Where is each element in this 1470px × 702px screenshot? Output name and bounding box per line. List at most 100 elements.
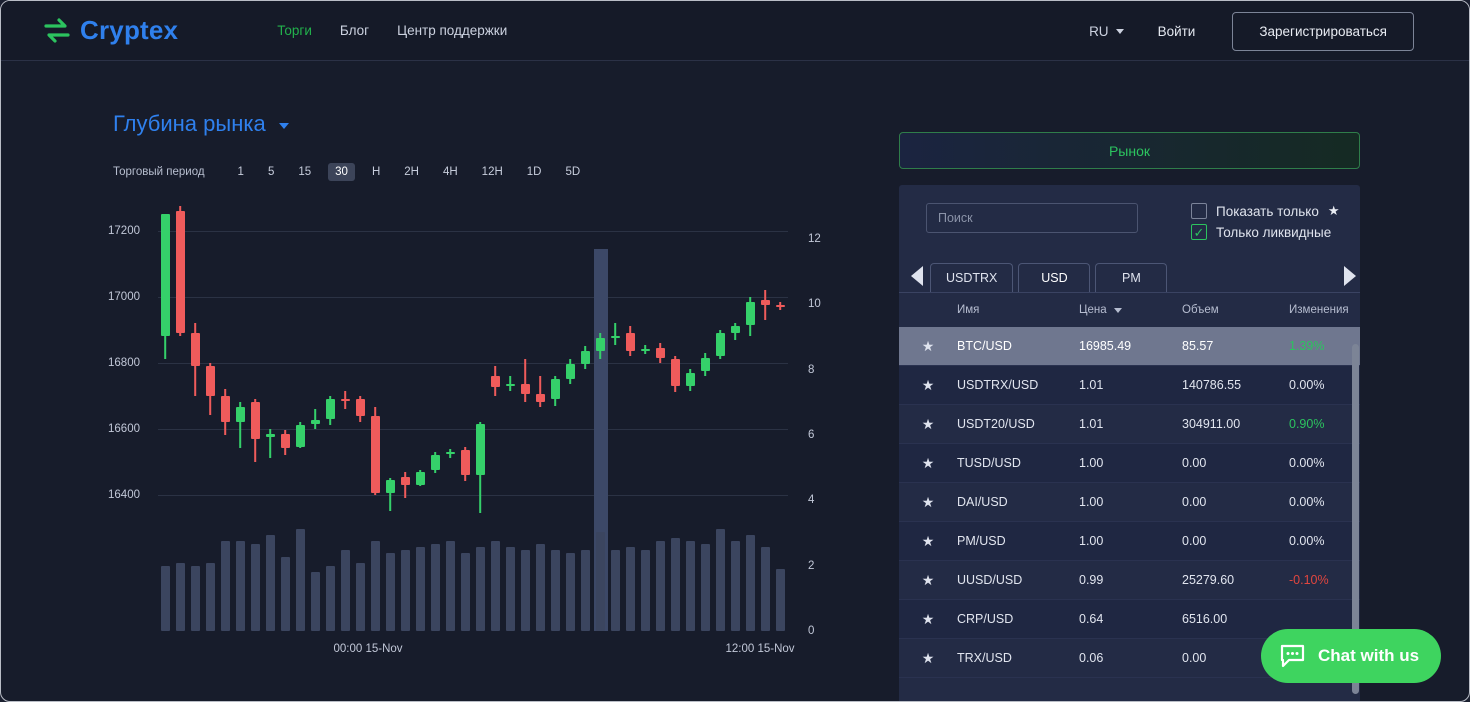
arrow-right-icon[interactable] bbox=[1344, 266, 1356, 286]
period-option-5[interactable]: 5 bbox=[261, 163, 281, 181]
volume-bar bbox=[761, 547, 770, 631]
market-body: Показать только ★ ✓ Только ликвидные USD… bbox=[899, 185, 1360, 701]
checkbox-liquid-only[interactable]: ✓ Только ликвидные bbox=[1191, 224, 1340, 240]
table-row[interactable]: ★ PM/USD 1.00 0.00 0.00% bbox=[899, 522, 1360, 561]
nav-item-blog[interactable]: Блог bbox=[340, 23, 369, 38]
chevron-down-icon bbox=[278, 123, 289, 129]
table-row[interactable]: ★ TUSD/USD 1.00 0.00 0.00% bbox=[899, 444, 1360, 483]
table-row[interactable]: ★ USDT20/USD 1.01 304911.00 0.90% bbox=[899, 405, 1360, 444]
table-row[interactable]: ★ DAI/USD 1.00 0.00 0.00% bbox=[899, 483, 1360, 522]
currency-tab-usd[interactable]: USD bbox=[1018, 263, 1091, 292]
period-option-15[interactable]: 15 bbox=[291, 163, 318, 181]
cell-name: CRP/USD bbox=[957, 612, 1014, 626]
column-price[interactable]: Цена bbox=[1079, 304, 1182, 316]
favorite-star-icon[interactable]: ★ bbox=[899, 650, 957, 667]
favorite-star-icon[interactable]: ★ bbox=[899, 416, 957, 433]
candle-body bbox=[386, 479, 395, 494]
period-option-4h[interactable]: 4H bbox=[436, 163, 465, 181]
candlestick bbox=[251, 201, 260, 531]
volume-bar bbox=[371, 541, 380, 631]
favorite-star-icon[interactable]: ★ bbox=[899, 572, 957, 589]
candlestick bbox=[536, 201, 545, 531]
y-axis-volume-tick: 2 bbox=[808, 559, 815, 572]
table-row[interactable]: ★ USDTRX/USD 1.01 140786.55 0.00% bbox=[899, 366, 1360, 405]
favorite-star-icon[interactable]: ★ bbox=[899, 377, 957, 394]
candlestick bbox=[701, 201, 710, 531]
cell-volume: 0.00 bbox=[1182, 495, 1207, 509]
currency-tab-usdtrx[interactable]: USDTRX bbox=[930, 263, 1014, 292]
cell-name: UUSD/USD bbox=[957, 573, 1023, 587]
favorite-star-icon[interactable]: ★ bbox=[899, 338, 957, 355]
favorite-star-icon[interactable]: ★ bbox=[899, 611, 957, 628]
swap-arrows-icon bbox=[44, 17, 70, 43]
market-depth-title[interactable]: Глубина рынка bbox=[113, 111, 289, 137]
checkbox-show-favorites-only[interactable]: Показать только ★ bbox=[1191, 203, 1340, 219]
period-option-h[interactable]: H bbox=[365, 163, 387, 181]
volume-bar bbox=[341, 550, 350, 631]
candlestick bbox=[641, 201, 650, 531]
checkbox-box bbox=[1191, 203, 1207, 219]
period-option-12h[interactable]: 12H bbox=[475, 163, 510, 181]
volume-bar bbox=[176, 562, 185, 631]
volume-bar bbox=[656, 541, 665, 631]
market-table: ★ BTC/USD 16985.49 85.57 1.39% ★ USDTRX/USD 1.0… bbox=[899, 327, 1360, 678]
filter-checkboxes: Показать только ★ ✓ Только ликвидные bbox=[1191, 203, 1340, 240]
period-option-1d[interactable]: 1D bbox=[520, 163, 549, 181]
volume-bar bbox=[206, 562, 215, 631]
candle-body bbox=[371, 415, 380, 494]
table-header: Имя Цена Объем Изменения bbox=[899, 293, 1360, 327]
language-selector[interactable]: RU bbox=[1089, 24, 1124, 39]
market-tab-button[interactable]: Рынок bbox=[899, 132, 1360, 169]
candlestick bbox=[446, 201, 455, 531]
volume-bar bbox=[266, 534, 275, 631]
brand-logo[interactable]: Cryptex bbox=[43, 15, 178, 46]
candle-body bbox=[566, 364, 575, 380]
table-row[interactable]: ★ UUSD/USD 0.99 25279.60 -0.10% bbox=[899, 561, 1360, 600]
login-link[interactable]: Войти bbox=[1158, 24, 1196, 39]
y-axis-price-tick: 16800 bbox=[108, 356, 140, 369]
chat-widget-button[interactable]: Chat with us bbox=[1261, 629, 1442, 683]
candle-body bbox=[311, 420, 320, 424]
candlestick-chart[interactable]: 17200 17000 16800 16600 16400 12 10 8 6 4 2 0 00:00… bbox=[108, 201, 833, 661]
period-option-30[interactable]: 30 bbox=[328, 163, 355, 181]
table-row[interactable]: ★ BTC/USD 16985.49 85.57 1.39% bbox=[899, 327, 1360, 366]
favorite-star-icon[interactable]: ★ bbox=[899, 533, 957, 550]
favorite-star-icon[interactable]: ★ bbox=[899, 455, 957, 472]
cell-name: BTC/USD bbox=[957, 339, 1012, 353]
candle-body bbox=[446, 451, 455, 454]
candlestick bbox=[326, 201, 335, 531]
column-volume[interactable]: Объем bbox=[1182, 304, 1289, 316]
period-option-5d[interactable]: 5D bbox=[558, 163, 587, 181]
candle-body bbox=[431, 455, 440, 470]
candle-body bbox=[506, 384, 515, 387]
search-input[interactable] bbox=[926, 203, 1138, 233]
chart-panel: Глубина рынка Торговый период 1 5 15 30 H 2H 4… bbox=[1, 61, 881, 701]
candlestick bbox=[506, 201, 515, 531]
arrow-left-icon[interactable] bbox=[911, 266, 923, 286]
candle-body bbox=[491, 375, 500, 388]
candlestick bbox=[731, 201, 740, 531]
candlestick bbox=[551, 201, 560, 531]
check-icon: ✓ bbox=[1193, 224, 1205, 240]
currency-tab-pm[interactable]: PM bbox=[1095, 263, 1168, 292]
cell-name: TRX/USD bbox=[957, 651, 1012, 665]
candle-body bbox=[236, 407, 245, 423]
candlestick bbox=[656, 201, 665, 531]
volume-bar bbox=[641, 550, 650, 631]
nav-item-support[interactable]: Центр поддержки bbox=[397, 23, 507, 38]
column-change[interactable]: Изменения bbox=[1289, 304, 1360, 316]
volume-bar bbox=[356, 562, 365, 631]
period-option-1[interactable]: 1 bbox=[231, 163, 251, 181]
register-button[interactable]: Зарегистрироваться bbox=[1232, 11, 1414, 51]
volume-bar bbox=[506, 547, 515, 631]
favorite-star-icon[interactable]: ★ bbox=[899, 494, 957, 511]
column-name[interactable]: Имя bbox=[957, 304, 1079, 316]
nav-item-trading[interactable]: Торги bbox=[277, 23, 312, 38]
cell-name: DAI/USD bbox=[957, 495, 1008, 509]
period-option-2h[interactable]: 2H bbox=[397, 163, 426, 181]
cell-change: 0.90% bbox=[1289, 417, 1325, 431]
cell-price: 16985.49 bbox=[1079, 339, 1132, 353]
x-axis-label-end: 12:00 15-Nov bbox=[725, 643, 795, 655]
candle-body bbox=[281, 433, 290, 449]
candlestick bbox=[311, 201, 320, 531]
